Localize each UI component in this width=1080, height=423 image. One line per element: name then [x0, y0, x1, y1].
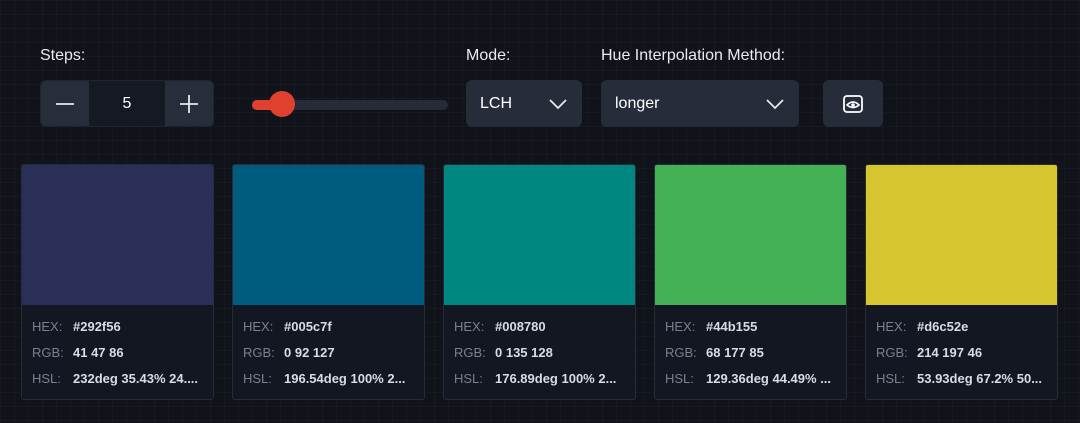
slider-thumb[interactable] — [269, 91, 295, 117]
hsl-label: HSL: — [243, 370, 272, 386]
hex-value[interactable]: #44b155 — [706, 319, 757, 334]
rgb-value[interactable]: 214 197 46 — [917, 345, 982, 360]
hex-value[interactable]: #d6c52e — [917, 319, 968, 334]
swatch-card[interactable]: HEX: #d6c52e RGB: 214 197 46 HSL: 53.93deg … — [865, 164, 1058, 400]
hex-value[interactable]: #008780 — [495, 319, 546, 334]
hsl-label: HSL: — [32, 370, 61, 386]
hex-value[interactable]: #292f56 — [73, 319, 121, 334]
hsl-value[interactable]: 196.54deg 100% 2... — [284, 371, 405, 386]
hsl-value[interactable]: 232deg 35.43% 24.... — [73, 371, 198, 386]
chevron-down-icon — [766, 99, 784, 110]
eye-icon — [843, 94, 863, 113]
rgb-label: RGB: — [665, 344, 697, 360]
hex-label: HEX: — [665, 318, 696, 334]
hue-interpolation-select[interactable]: longer — [601, 80, 799, 127]
mode-select[interactable]: LCH — [466, 80, 582, 127]
decrement-button[interactable] — [41, 81, 89, 126]
hsl-value[interactable]: 53.93deg 67.2% 50... — [917, 371, 1042, 386]
hsl-label: HSL: — [454, 370, 483, 386]
color-swatch[interactable] — [655, 165, 846, 305]
steps-stepper: 5 — [40, 80, 214, 127]
color-swatch[interactable] — [866, 165, 1057, 305]
swatch-card[interactable]: HEX: #44b155 RGB: 68 177 85 HSL: 129.36deg … — [654, 164, 847, 400]
mode-label: Mode: — [466, 47, 511, 64]
chevron-down-icon — [549, 99, 567, 110]
hsl-value[interactable]: 129.36deg 44.49% ... — [706, 371, 831, 386]
hue-select-value: longer — [615, 94, 660, 112]
hsl-label: HSL: — [876, 370, 905, 386]
steps-value[interactable]: 5 — [89, 81, 165, 126]
hsl-label: HSL: — [665, 370, 694, 386]
hex-label: HEX: — [32, 318, 63, 334]
rgb-value[interactable]: 68 177 85 — [706, 345, 764, 360]
rgb-value[interactable]: 0 92 127 — [284, 345, 335, 360]
hsl-value[interactable]: 176.89deg 100% 2... — [495, 371, 616, 386]
steps-slider[interactable] — [252, 91, 448, 117]
hex-label: HEX: — [454, 318, 485, 334]
plus-icon — [180, 94, 198, 113]
rgb-label: RGB: — [243, 344, 275, 360]
color-swatch[interactable] — [444, 165, 635, 305]
rgb-label: RGB: — [32, 344, 64, 360]
increment-button[interactable] — [165, 81, 213, 126]
rgb-label: RGB: — [876, 344, 908, 360]
swatch-list: HEX: #292f56 RGB: 41 47 86 HSL: 232deg 35.4… — [21, 164, 1058, 400]
hex-value[interactable]: #005c7f — [284, 319, 332, 334]
color-swatch[interactable] — [22, 165, 213, 305]
hex-label: HEX: — [243, 318, 274, 334]
steps-label: Steps: — [40, 47, 86, 64]
rgb-label: RGB: — [454, 344, 486, 360]
rgb-value[interactable]: 41 47 86 — [73, 345, 124, 360]
mode-select-value: LCH — [480, 94, 513, 112]
hex-label: HEX: — [876, 318, 907, 334]
hue-interpolation-label: Hue Interpolation Method: — [601, 47, 786, 64]
swatch-card[interactable]: HEX: #292f56 RGB: 41 47 86 HSL: 232deg 35.4… — [21, 164, 214, 400]
preview-button[interactable] — [823, 80, 883, 127]
minus-icon — [56, 102, 74, 105]
color-swatch[interactable] — [233, 165, 424, 305]
swatch-card[interactable]: HEX: #008780 RGB: 0 135 128 HSL: 176.89deg … — [443, 164, 636, 400]
rgb-value[interactable]: 0 135 128 — [495, 345, 553, 360]
swatch-card[interactable]: HEX: #005c7f RGB: 0 92 127 HSL: 196.54deg 1… — [232, 164, 425, 400]
